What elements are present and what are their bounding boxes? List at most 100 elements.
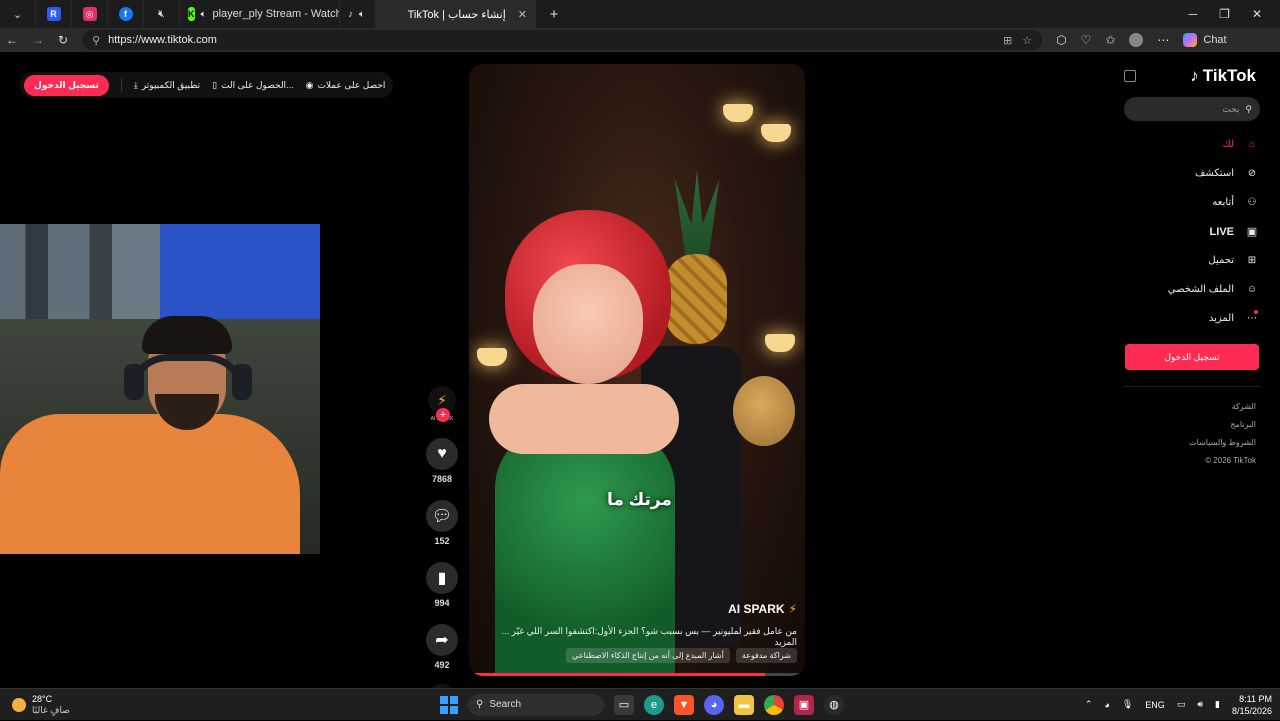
site-info-icon[interactable]: ⚲ — [92, 34, 100, 47]
windows-start-icon[interactable] — [440, 695, 458, 714]
copilot-chat-button[interactable]: Chat — [1183, 33, 1227, 47]
refresh-icon[interactable]: ↻ — [58, 33, 68, 47]
task-view-icon[interactable]: ▭ — [614, 694, 634, 715]
back-icon[interactable]: ← — [6, 33, 18, 47]
extensions-icon[interactable]: ⬡ — [1056, 33, 1066, 47]
footer-terms-link[interactable]: الشروط والسياسات — [1189, 434, 1256, 452]
sidebar-item-following[interactable]: أتابعه ⚇ — [1124, 188, 1260, 217]
clock[interactable]: 8:11 PM 8/15/2026 — [1232, 693, 1272, 717]
discord-tray-icon[interactable]: ◕ — [1104, 700, 1109, 710]
get-app-link[interactable]: ▯ الحصول على الت... — [212, 80, 293, 91]
tab-muted[interactable]: 🔇︎ — [144, 0, 180, 28]
desktop-app-link[interactable]: ⤓ تطبيق الكمبيوتر — [134, 80, 200, 91]
sidebar-item-explore[interactable]: استكشف ⊘ — [1124, 159, 1260, 188]
network-icon[interactable]: ▭ — [1177, 699, 1186, 710]
get-coins-link[interactable]: ◉ احصل على عملات — [306, 80, 386, 91]
menu-dots-icon[interactable]: ⋯ — [1157, 33, 1169, 47]
top-signin-button[interactable]: تسجيل الدخول — [24, 74, 109, 96]
temperature: 28°C — [32, 693, 53, 704]
brave-icon[interactable]: ▼ — [674, 694, 694, 715]
sidebar-item-for-you[interactable]: لك ⌂ — [1124, 130, 1260, 159]
sidebar-footer: الشركة البرنامج الشروط والسياسات © 2026 … — [1189, 398, 1256, 470]
apple-character-face — [533, 264, 643, 384]
speaker-icon: 🔈︎ — [359, 8, 365, 20]
video-progress-bar[interactable] — [469, 673, 805, 676]
video-creator[interactable]: AI SPARK ⚡ — [728, 602, 797, 616]
tiktok-logo[interactable]: ♪ TikTok — [1190, 66, 1256, 86]
weather-condition: صافٍ غالبًا — [32, 704, 70, 715]
potato-character — [733, 376, 795, 446]
divider — [1124, 386, 1260, 387]
sidebar-item-profile[interactable]: الملف الشخصي ☺ — [1124, 275, 1260, 304]
save-button[interactable]: ▮ — [426, 562, 458, 594]
browser-essentials-icon[interactable]: ♡ — [1081, 33, 1092, 47]
discord-icon[interactable]: ◕ — [704, 694, 724, 715]
top-actions: تسجيل الدخول ⤓ تطبيق الكمبيوتر ▯ الحصول … — [20, 72, 394, 98]
download-icon: ⤓ — [133, 79, 138, 90]
clock-time: 8:11 PM — [1239, 693, 1272, 704]
tab-tiktok-muted[interactable]: ♪ 🔈︎ — [340, 0, 376, 28]
comment-icon: 💬︎ — [431, 508, 453, 525]
search-input[interactable]: بحث ⚲ — [1124, 97, 1260, 121]
microphone-icon[interactable]: 🎙︎ — [1122, 699, 1133, 710]
app-available-icon[interactable]: ⊞ — [1003, 34, 1012, 47]
paid-partnership-tag: شراكة مدفوعة — [735, 648, 797, 663]
sidebar-item-upload[interactable]: تحميل ⊞ — [1124, 246, 1260, 275]
favorites-icon[interactable]: ✩ — [1105, 33, 1115, 47]
follow-plus-icon[interactable]: + — [436, 408, 450, 422]
collapse-sidebar-icon[interactable] — [1124, 70, 1136, 82]
sidebar-signin-button[interactable]: تسجيل الدخول — [1125, 344, 1259, 370]
url-field[interactable]: ⚲ https://www.tiktok.com ⊞ ☆ — [82, 30, 1043, 50]
restore-icon[interactable]: ❐ — [1219, 7, 1230, 21]
creator-avatar[interactable]: ⚡ + — [428, 386, 456, 422]
video-player[interactable]: مرتك ما AI SPARK ⚡ من عامل فقير لمليونير… — [469, 64, 805, 676]
weather-sun-icon — [12, 697, 26, 712]
heart-icon: ♥ — [437, 445, 447, 462]
footer-company-link[interactable]: الشركة — [1189, 398, 1256, 416]
tab-tiktok-signup[interactable]: TikTok | إنشاء حساب ✕ — [376, 0, 536, 28]
tab-instagram[interactable]: ◎ — [72, 0, 108, 28]
language-indicator[interactable]: ENG — [1145, 700, 1165, 710]
new-tab-button[interactable]: + — [536, 0, 572, 28]
url-text: https://www.tiktok.com — [108, 34, 217, 46]
instagram-icon: ◎ — [82, 7, 97, 21]
tab-title: player_ply Stream - Watch Liv — [212, 8, 340, 20]
battery-icon[interactable]: ▮ — [1215, 699, 1220, 710]
screen-recorder-icon[interactable]: ▣ — [794, 694, 814, 715]
minimize-icon[interactable]: ─ — [1189, 7, 1198, 21]
comment-button[interactable]: 💬︎ — [426, 500, 458, 532]
close-icon[interactable]: ✕ — [518, 8, 527, 21]
video-description: من عامل فقير لمليونير — بس بسبب شو؟ الجز… — [501, 626, 797, 647]
phone-icon: ▯ — [212, 79, 218, 90]
notification-dot — [1254, 310, 1258, 314]
share-button[interactable]: ➦ — [426, 624, 458, 656]
forward-icon[interactable]: → — [32, 33, 44, 47]
comment-count: 152 — [434, 536, 450, 546]
table-lamp — [765, 334, 795, 352]
tab-facebook[interactable]: f — [108, 0, 144, 28]
footer-program-link[interactable]: البرنامج — [1189, 416, 1256, 434]
video-subtitle: مرتك ما — [607, 490, 672, 509]
desktop-app-label: تطبيق الكمبيوتر — [141, 79, 201, 90]
profile-avatar[interactable] — [1129, 33, 1144, 47]
tab-list-button[interactable]: ⌄ — [0, 0, 36, 28]
taskbar-search[interactable]: ⚲ Search — [468, 693, 604, 716]
like-button[interactable]: ♥ — [426, 438, 458, 470]
sidebar-item-more[interactable]: المزيد ⋯ — [1124, 304, 1260, 333]
weather-widget[interactable]: 28°C صافٍ غالبًا — [0, 694, 70, 716]
logo-text: TikTok — [1202, 66, 1256, 85]
get-coins-label: احصل على عملات — [317, 79, 386, 90]
favorite-star-icon[interactable]: ☆ — [1022, 34, 1032, 47]
tab-kick-stream[interactable]: K 🔈︎ player_ply Stream - Watch Liv ✕ — [180, 0, 340, 28]
tab-r-app[interactable]: R — [36, 0, 72, 28]
chrome-icon[interactable] — [764, 694, 784, 715]
edge-icon[interactable]: e — [644, 694, 664, 715]
facebook-icon: f — [118, 7, 133, 21]
obs-icon[interactable]: ◍ — [824, 694, 844, 715]
tiktok-page: تسجيل الدخول ⤓ تطبيق الكمبيوتر ▯ الحصول … — [0, 52, 1280, 720]
tray-overflow-icon[interactable]: ⌃ — [1085, 699, 1093, 710]
volume-icon[interactable]: 🔊︎ — [1197, 699, 1203, 710]
close-window-icon[interactable]: ✕ — [1252, 7, 1262, 21]
sidebar-item-live[interactable]: LIVE ▣ — [1124, 217, 1260, 246]
file-explorer-icon[interactable]: ▬ — [734, 694, 754, 715]
